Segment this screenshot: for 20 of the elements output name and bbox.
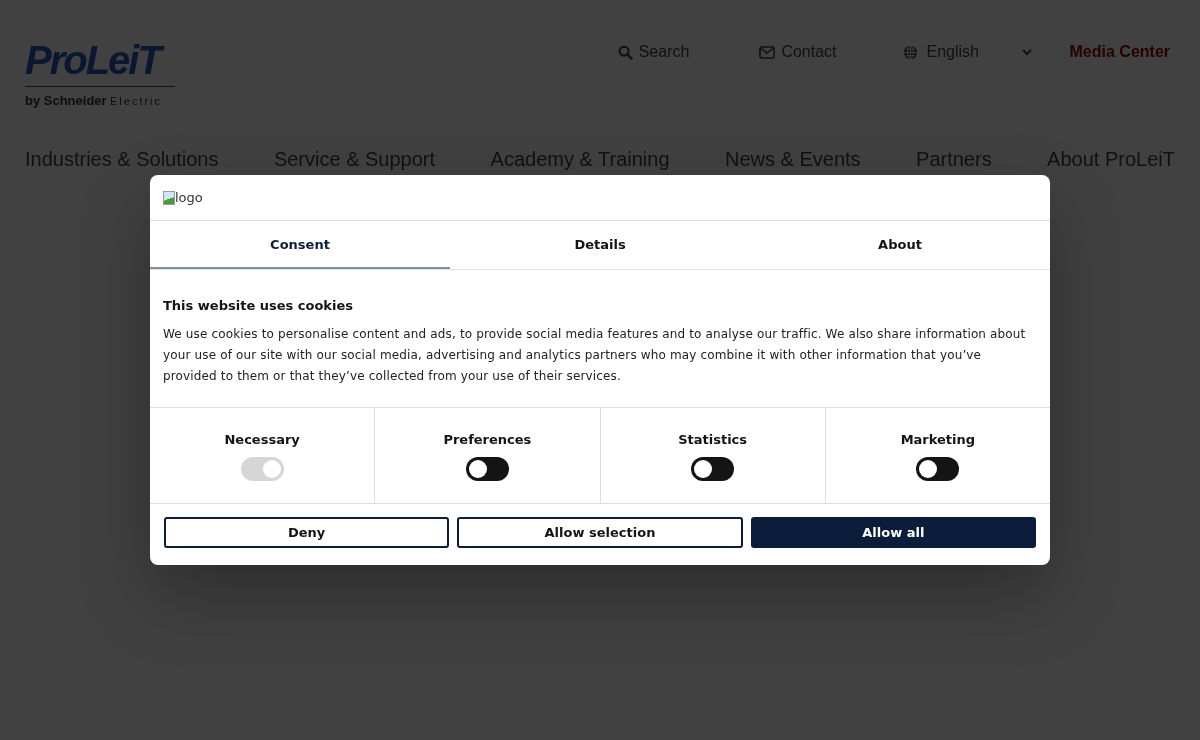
category-label: Statistics bbox=[678, 432, 748, 447]
toggle-switch[interactable] bbox=[465, 457, 509, 481]
dialog-tab[interactable]: Consent bbox=[150, 221, 450, 269]
dialog-title: This website uses cookies bbox=[163, 298, 355, 313]
search-icon bbox=[617, 44, 633, 60]
envelope-icon bbox=[759, 45, 776, 59]
consent-button[interactable]: Allow all bbox=[750, 517, 1036, 548]
chevron-down-icon bbox=[1021, 48, 1032, 56]
media-center-link[interactable]: Media Center bbox=[1069, 43, 1170, 61]
broken-image-icon bbox=[163, 190, 175, 205]
globe-icon bbox=[902, 44, 918, 60]
category-label: Necessary bbox=[224, 432, 300, 447]
logo-alt-text: logo bbox=[175, 190, 203, 205]
toggle-switch[interactable] bbox=[691, 457, 735, 481]
category-label: Marketing bbox=[900, 432, 976, 447]
consent-button[interactable]: Allow selection bbox=[457, 517, 743, 548]
category-label: Preferences bbox=[443, 432, 532, 447]
consent-button[interactable]: Deny bbox=[164, 517, 450, 548]
toggle-switch[interactable] bbox=[916, 457, 960, 481]
cookie-description: We use cookies to personalise content and ads, to provide social media features and to analyse our traffic. We also share information about your use of our site with our social media, advertising and analytics partners who may combine it with other information that you’ve provided to them or that they’ve collected from your use of their services. bbox=[163, 326, 1027, 385]
